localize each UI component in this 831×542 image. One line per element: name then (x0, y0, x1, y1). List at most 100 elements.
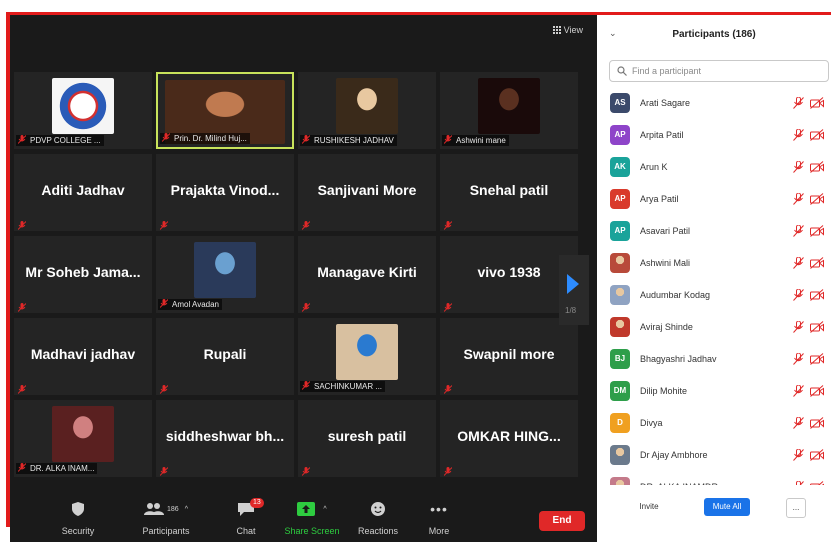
participant-row[interactable]: DM Dilip Mohite (597, 381, 831, 413)
video-tile[interactable]: Madhavi jadhav (14, 318, 152, 395)
share-screen-label: Share Screen (284, 526, 340, 536)
share-screen-button[interactable]: ^ Share Screen (282, 500, 342, 536)
page-indicator: 1/8 (565, 306, 577, 315)
participant-name: Asavari Patil (640, 226, 691, 236)
video-tile[interactable]: suresh patil (298, 400, 436, 477)
participant-label: Prin. Dr. Milind Huj... (160, 133, 250, 144)
mic-muted-icon (159, 381, 169, 394)
video-off-icon (810, 480, 824, 485)
participant-row[interactable]: Ashwini Mali (597, 253, 831, 285)
video-tile[interactable]: Aditi Jadhav (14, 154, 152, 231)
video-tile[interactable]: siddheshwar bh... (156, 400, 294, 477)
participant-row[interactable]: AP Arya Patil (597, 189, 831, 221)
mute-all-button[interactable]: Mute All (704, 498, 750, 516)
participant-name: siddheshwar bh... (165, 428, 285, 444)
mic-muted-icon (793, 288, 804, 306)
video-tile[interactable]: Mr Soheb Jama... (14, 236, 152, 313)
participant-name: Dr Ajay Ambhore (640, 450, 708, 460)
video-tile[interactable]: Swapnil more (440, 318, 578, 395)
reactions-button[interactable]: Reactions (356, 500, 400, 536)
participant-row[interactable]: Dr Ajay Ambhore (597, 445, 831, 477)
mic-muted-icon (159, 299, 169, 308)
participant-name: Swapnil more (463, 346, 555, 362)
video-tile[interactable]: DR. ALKA INAM... (14, 400, 152, 477)
video-tile[interactable]: Amol Avadan (156, 236, 294, 313)
participant-name: Arpita Patil (640, 130, 684, 140)
video-tile[interactable]: Ashwini mane (440, 72, 578, 149)
chat-button[interactable]: 13 Chat (226, 498, 266, 536)
more-options-button[interactable]: ... (786, 498, 806, 518)
participants-button[interactable]: 186 ^ Participants (134, 500, 198, 536)
avatar: DM (610, 381, 630, 401)
participant-row[interactable]: AK Arun K (597, 157, 831, 189)
view-button-label: View (563, 25, 583, 35)
avatar: AP (610, 125, 630, 145)
video-tile[interactable]: OMKAR HING... (440, 400, 578, 477)
video-tile[interactable]: Prajakta Vinod... (156, 154, 294, 231)
avatar (610, 317, 630, 337)
mic-muted-icon (443, 381, 453, 394)
chat-badge: 13 (250, 498, 264, 508)
video-gallery: View PDVP COLLEGE ... Prin. Dr. Milind Hu… (10, 15, 597, 542)
participant-row[interactable]: DR. ALKA INAMDR (597, 477, 831, 485)
more-button[interactable]: ••• More (424, 500, 454, 536)
mic-muted-icon (793, 352, 804, 370)
participant-name: Sanjivani More (317, 182, 417, 198)
mic-muted-icon (301, 299, 311, 312)
avatar: AP (610, 221, 630, 241)
chevron-right-icon (567, 274, 579, 294)
chevron-up-icon[interactable]: ^ (185, 506, 188, 513)
participant-video (336, 324, 398, 380)
participants-panel-header: ⌄ Participants (186) (597, 25, 831, 45)
avatar (610, 285, 630, 305)
mic-muted-icon (793, 224, 804, 242)
video-tile[interactable]: Snehal patil (440, 154, 578, 231)
more-dots-icon: ••• (430, 501, 448, 517)
participant-row[interactable]: D Divya (597, 413, 831, 445)
mic-muted-icon (17, 299, 27, 312)
participant-search-input[interactable]: Find a participant (609, 60, 829, 82)
mic-muted-icon (793, 480, 804, 485)
participant-row[interactable]: AP Arpita Patil (597, 125, 831, 157)
participant-label: RUSHIKESH JADHAV (300, 135, 397, 146)
video-tile[interactable]: RUSHIKESH JADHAV (298, 72, 436, 149)
mic-muted-icon (793, 416, 804, 434)
search-placeholder: Find a participant (632, 66, 702, 76)
participant-row[interactable]: AP Asavari Patil (597, 221, 831, 253)
video-tile[interactable]: vivo 1938 (440, 236, 578, 313)
video-off-icon (810, 224, 824, 242)
participant-name: DR. ALKA INAMDR (640, 482, 718, 485)
participant-label: PDVP COLLEGE ... (16, 135, 104, 146)
video-off-icon (810, 128, 824, 146)
video-tile[interactable]: Rupali (156, 318, 294, 395)
security-button[interactable]: Security (58, 500, 98, 536)
video-tile[interactable]: Sanjivani More (298, 154, 436, 231)
video-tile[interactable]: PDVP COLLEGE ... (14, 72, 152, 149)
video-tile[interactable]: Managave Kirti (298, 236, 436, 313)
view-button[interactable]: View (552, 25, 583, 35)
participants-panel-title: Participants (186) (672, 29, 756, 40)
video-off-icon (810, 288, 824, 306)
participant-row[interactable]: AS Arati Sagare (597, 93, 831, 125)
participant-name: Managave Kirti (317, 264, 417, 280)
share-screen-icon (297, 502, 316, 516)
participant-row[interactable]: Aviraj Shinde (597, 317, 831, 349)
chevron-up-icon[interactable]: ^ (323, 506, 326, 513)
search-icon (617, 66, 627, 76)
participant-video (52, 406, 114, 462)
participant-name: Audumbar Kodag (640, 290, 711, 300)
invite-button[interactable]: Invite (629, 498, 669, 516)
end-meeting-button[interactable]: End (539, 511, 585, 531)
mic-muted-icon (793, 448, 804, 466)
participant-row[interactable]: Audumbar Kodag (597, 285, 831, 317)
participant-name: Madhavi jadhav (30, 346, 136, 362)
video-tile[interactable]: SACHINKUMAR ... (298, 318, 436, 395)
video-off-icon (810, 352, 824, 370)
mic-muted-icon (301, 217, 311, 230)
people-icon (144, 503, 164, 515)
shield-icon (72, 502, 84, 516)
mic-muted-icon (793, 256, 804, 274)
video-tile[interactable]: Prin. Dr. Milind Huj... (156, 72, 294, 149)
participant-list: AS Arati Sagare AP Arpita Patil AK Arun K AP Ar… (597, 93, 831, 485)
participant-row[interactable]: BJ Bhagyashri Jadhav (597, 349, 831, 381)
